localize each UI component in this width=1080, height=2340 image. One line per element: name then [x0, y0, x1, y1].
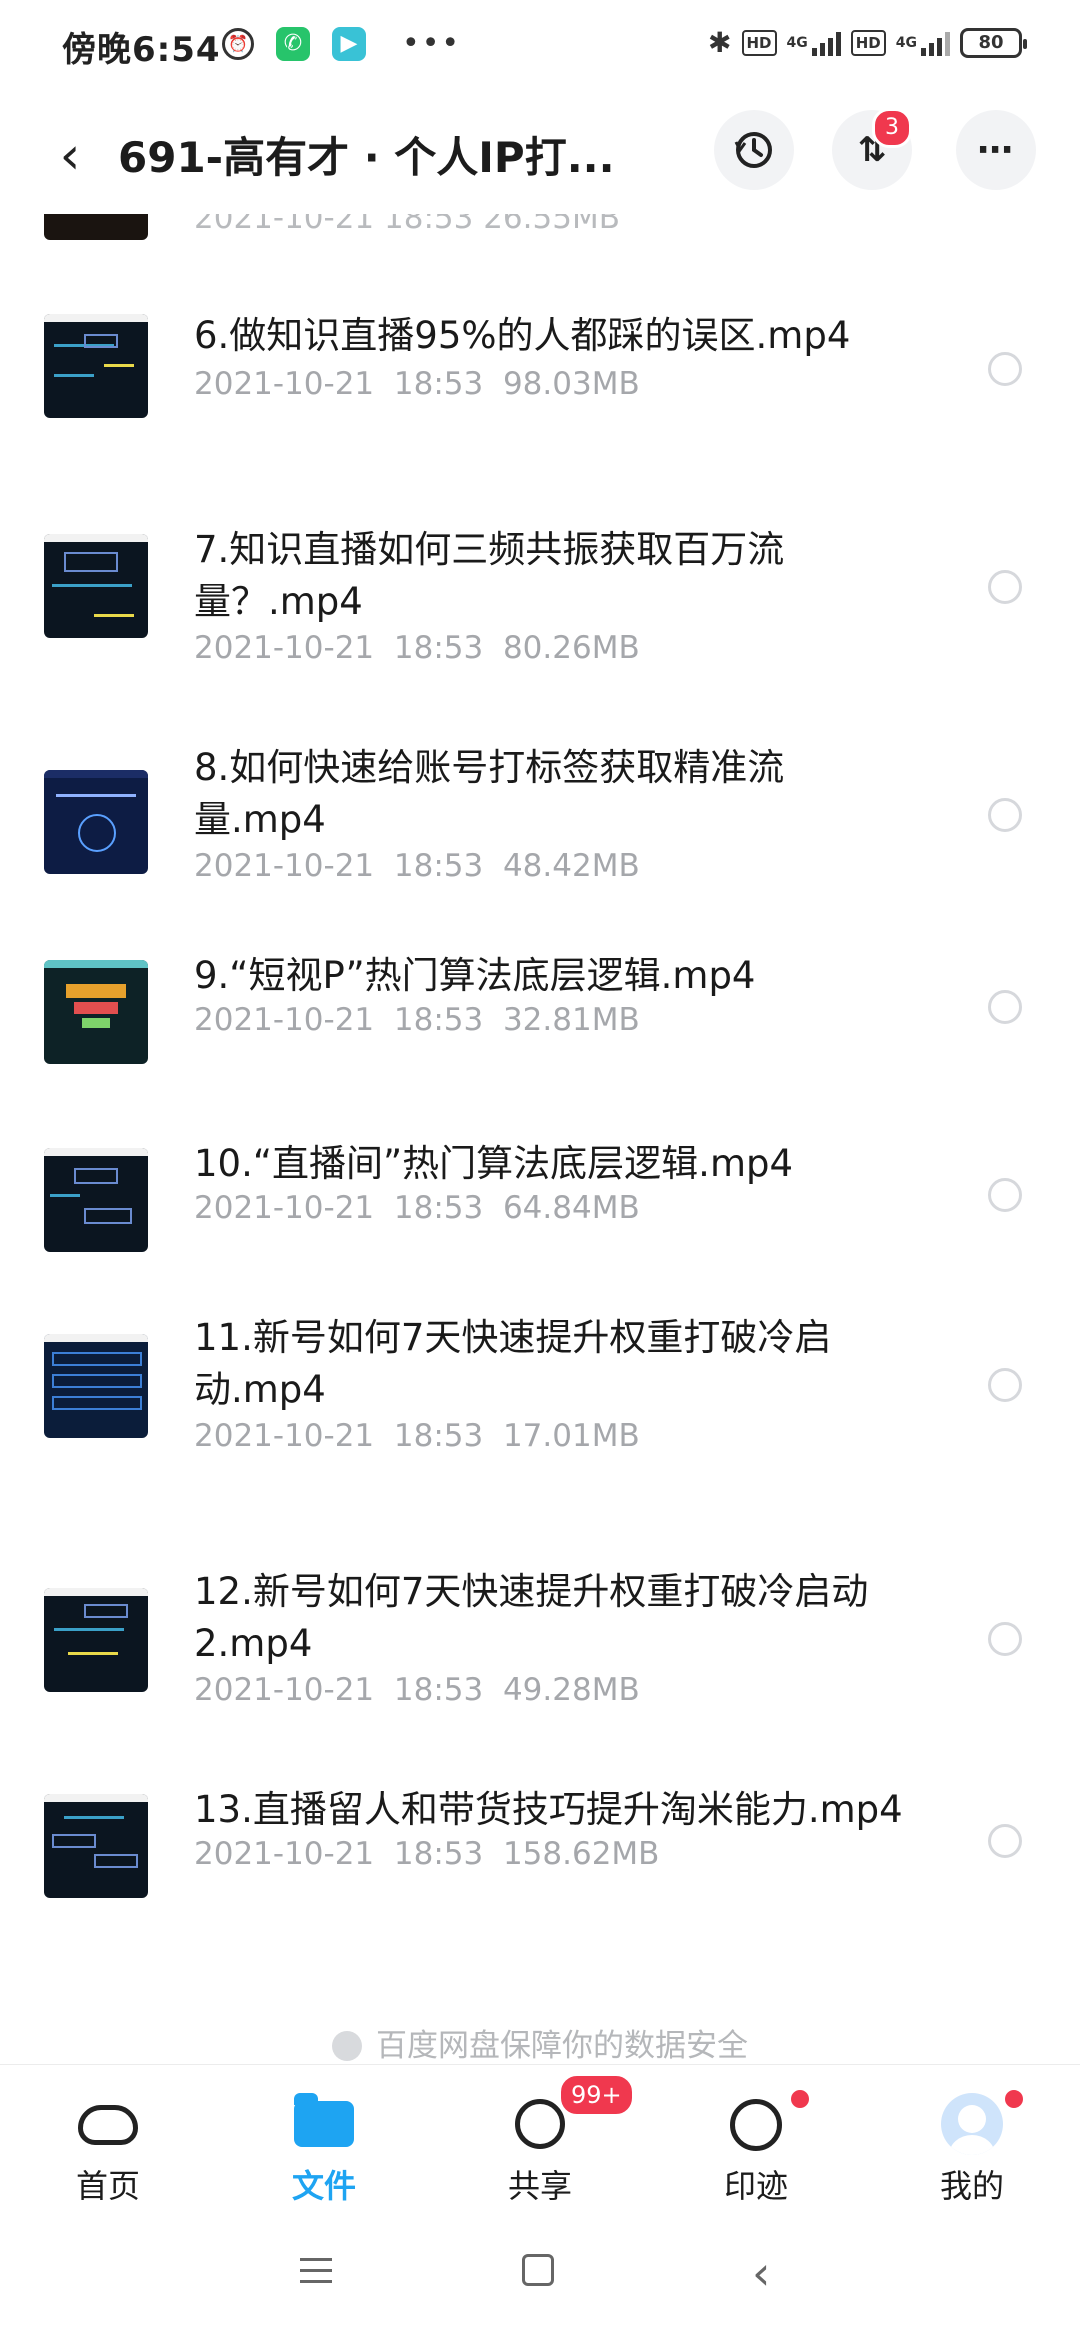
home-icon[interactable]	[522, 2254, 554, 2286]
video-thumbnail	[44, 534, 148, 638]
tab-share[interactable]: 99+ 共享	[460, 2065, 635, 2209]
file-name: 9.“短视P”热门算法底层逻辑.mp4	[194, 954, 756, 997]
history-clock-icon	[734, 132, 772, 168]
select-checkbox[interactable]	[988, 1824, 1022, 1858]
tab-label: 共享	[507, 2167, 572, 2205]
data-safety-note: 百度网盘保障你的数据安全	[0, 2020, 1080, 2065]
select-checkbox[interactable]	[988, 990, 1022, 1024]
file-meta: 2021-10-21 18:53 80.26MB	[194, 630, 640, 666]
history-button[interactable]	[714, 110, 794, 190]
list-item[interactable]: 10.“直播间”热门算法底层逻辑.mp4 2021-10-21 18:53 64…	[0, 1142, 1080, 1258]
network-type: 4G	[786, 34, 808, 51]
folder-icon	[294, 2093, 354, 2147]
file-meta: 2021-10-21 18:53 49.28MB	[194, 1672, 640, 1708]
file-meta: 2021-10-21 18:53 26.55MB	[194, 214, 620, 236]
signal-icon	[921, 30, 950, 56]
hd-icon: HD	[741, 29, 777, 56]
play-icon: ▶	[332, 26, 366, 61]
tab-label: 印迹	[723, 2167, 788, 2205]
video-thumbnail	[44, 960, 148, 1064]
select-checkbox[interactable]	[988, 1622, 1022, 1656]
file-meta: 2021-10-21 18:53 17.01MB	[194, 1418, 640, 1454]
status-notification-icons: ⏰ ✆ ▶ •••	[222, 26, 461, 61]
select-checkbox[interactable]	[988, 352, 1022, 386]
file-meta: 2021-10-21 18:53 48.42MB	[194, 848, 640, 884]
list-item[interactable]: 11.新号如何7天快速提升权重打破冷启动.mp4 2021-10-21 18:5…	[0, 1316, 1080, 1484]
list-item[interactable]: 12.新号如何7天快速提升权重打破冷启动2.mp4 2021-10-21 18:…	[0, 1570, 1080, 1728]
video-thumbnail	[44, 770, 148, 874]
video-thumbnail	[44, 314, 148, 418]
video-thumbnail	[44, 1794, 148, 1898]
hd-icon: HD	[850, 29, 886, 56]
status-bar: 傍晚6:54 ⏰ ✆ ▶ ••• ✱ HD 4G HD 4G 80	[0, 0, 1080, 96]
tab-home[interactable]: 首页	[28, 2065, 188, 2209]
status-time: 傍晚6:54	[62, 30, 221, 70]
list-item[interactable]: 8.如何快速给账号打标签获取精准流量.mp4 2021-10-21 18:53 …	[0, 746, 1080, 900]
phone-icon: ✆	[276, 26, 310, 61]
recent-apps-icon[interactable]	[300, 2258, 332, 2284]
file-name: 11.新号如何7天快速提升权重打破冷启动.mp4	[194, 1316, 832, 1411]
video-thumbnail	[44, 1334, 148, 1438]
list-item-partial[interactable]: 2021-10-21 18:53 26.55MB	[0, 214, 1080, 244]
avatar-icon	[941, 2093, 1003, 2155]
planet-icon	[730, 2099, 782, 2151]
status-right-icons: ✱ HD 4G HD 4G 80	[708, 26, 1027, 59]
file-meta: 2021-10-21 18:53 158.62MB	[194, 1836, 660, 1872]
cloud-icon	[78, 2105, 138, 2145]
video-thumbnail	[44, 214, 148, 240]
share-count-badge: 99+	[558, 2073, 635, 2117]
file-name: 8.如何快速给账号打标签获取精准流量.mp4	[194, 746, 785, 841]
select-checkbox[interactable]	[988, 1368, 1022, 1402]
list-item[interactable]: 9.“短视P”热门算法底层逻辑.mp4 2021-10-21 18:53 32.…	[0, 954, 1080, 1070]
system-nav-bar: ‹	[0, 2210, 1080, 2340]
back-arrow-icon[interactable]: ‹	[40, 126, 100, 186]
system-back-icon[interactable]: ‹	[752, 2246, 770, 2300]
list-item[interactable]: 13.直播留人和带货技巧提升淘米能力.mp4 2021-10-21 18:53 …	[0, 1788, 1080, 1904]
tab-files[interactable]: 文件	[244, 2065, 404, 2209]
file-meta: 2021-10-21 18:53 98.03MB	[194, 366, 640, 402]
notification-dot	[1002, 2087, 1026, 2111]
file-name: 6.做知识直播95%的人都踩的误区.mp4	[194, 314, 851, 357]
shield-icon	[332, 2031, 362, 2061]
tab-label: 首页	[75, 2167, 140, 2205]
file-name: 7.知识直播如何三频共振获取百万流量？.mp4	[194, 528, 785, 623]
notification-dot	[788, 2087, 812, 2111]
page-title: 691-高有才 · 个人IP打...	[118, 133, 615, 182]
alarm-icon: ⏰	[222, 27, 254, 60]
atom-icon	[515, 2099, 565, 2149]
tab-traces[interactable]: 印迹	[676, 2065, 836, 2209]
file-meta: 2021-10-21 18:53 32.81MB	[194, 1002, 640, 1038]
video-thumbnail	[44, 1148, 148, 1252]
select-checkbox[interactable]	[988, 1178, 1022, 1212]
top-bar: ‹ 691-高有才 · 个人IP打... ⇅ 3 ⋯	[0, 104, 1080, 214]
transfer-button[interactable]: ⇅ 3	[832, 108, 912, 190]
file-name: 10.“直播间”热门算法底层逻辑.mp4	[194, 1142, 794, 1185]
list-item[interactable]: 6.做知识直播95%的人都踩的误区.mp4 2021-10-21 18:53 9…	[0, 314, 1080, 444]
video-thumbnail	[44, 1588, 148, 1692]
tab-label: 文件	[291, 2167, 356, 2205]
tab-label: 我的	[939, 2167, 1004, 2205]
network-type: 4G	[895, 34, 917, 51]
list-item[interactable]: 7.知识直播如何三频共振获取百万流量？.mp4 2021-10-21 18:53…	[0, 528, 1080, 674]
tab-me[interactable]: 我的	[892, 2065, 1052, 2209]
more-options-icon[interactable]: ⋯	[956, 110, 1036, 190]
select-checkbox[interactable]	[988, 570, 1022, 604]
file-name: 12.新号如何7天快速提升权重打破冷启动2.mp4	[194, 1570, 869, 1665]
battery-icon: 80	[960, 27, 1027, 58]
select-checkbox[interactable]	[988, 798, 1022, 832]
bluetooth-icon: ✱	[708, 26, 732, 59]
file-name: 13.直播留人和带货技巧提升淘米能力.mp4	[194, 1788, 903, 1831]
bottom-tab-bar: 首页 文件 99+ 共享 印迹 我的	[0, 2064, 1080, 2209]
file-meta: 2021-10-21 18:53 64.84MB	[194, 1190, 640, 1226]
transfer-count-badge: 3	[872, 108, 912, 148]
file-list: 2021-10-21 18:53 26.55MB 6.做知识直播95%的人都踩的…	[0, 214, 1080, 2050]
more-notifications-icon: •••	[402, 26, 462, 61]
signal-icon	[811, 30, 841, 56]
